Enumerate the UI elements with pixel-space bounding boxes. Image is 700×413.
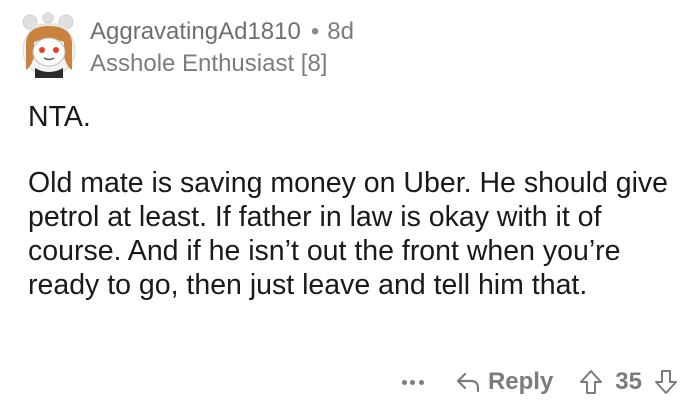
meta-separator: • [310, 18, 320, 45]
user-flair: Asshole Enthusiast [8] [90, 50, 328, 77]
avatar[interactable] [18, 12, 80, 78]
reply-label: Reply [487, 368, 554, 395]
comment-paragraph: Old mate is saving money on Uber. He sho… [28, 167, 668, 301]
comment-actions: Reply 35 [401, 364, 678, 400]
reply-arrow-icon [456, 372, 480, 393]
comment-age: 8d [327, 18, 354, 45]
more-horizontal-icon[interactable] [401, 377, 424, 387]
comment-paragraph: NTA. [28, 101, 91, 133]
comment-body: NTA. Old mate is saving money on Uber. H… [28, 100, 688, 302]
avatar-icon [22, 12, 76, 78]
reply-button[interactable]: Reply [456, 368, 553, 396]
comment-meta: AggravatingAd1810 • 8d [90, 17, 354, 47]
downvote-arrow-icon[interactable] [654, 369, 678, 395]
upvote-arrow-icon[interactable] [579, 369, 603, 395]
comment: AggravatingAd1810 • 8d Asshole Enthusias… [0, 0, 700, 413]
username-link[interactable]: AggravatingAd1810 [90, 17, 301, 47]
vote-score: 35 [615, 368, 642, 395]
vote-controls: 35 [579, 368, 678, 396]
comment-header: AggravatingAd1810 • 8d Asshole Enthusias… [90, 17, 354, 79]
